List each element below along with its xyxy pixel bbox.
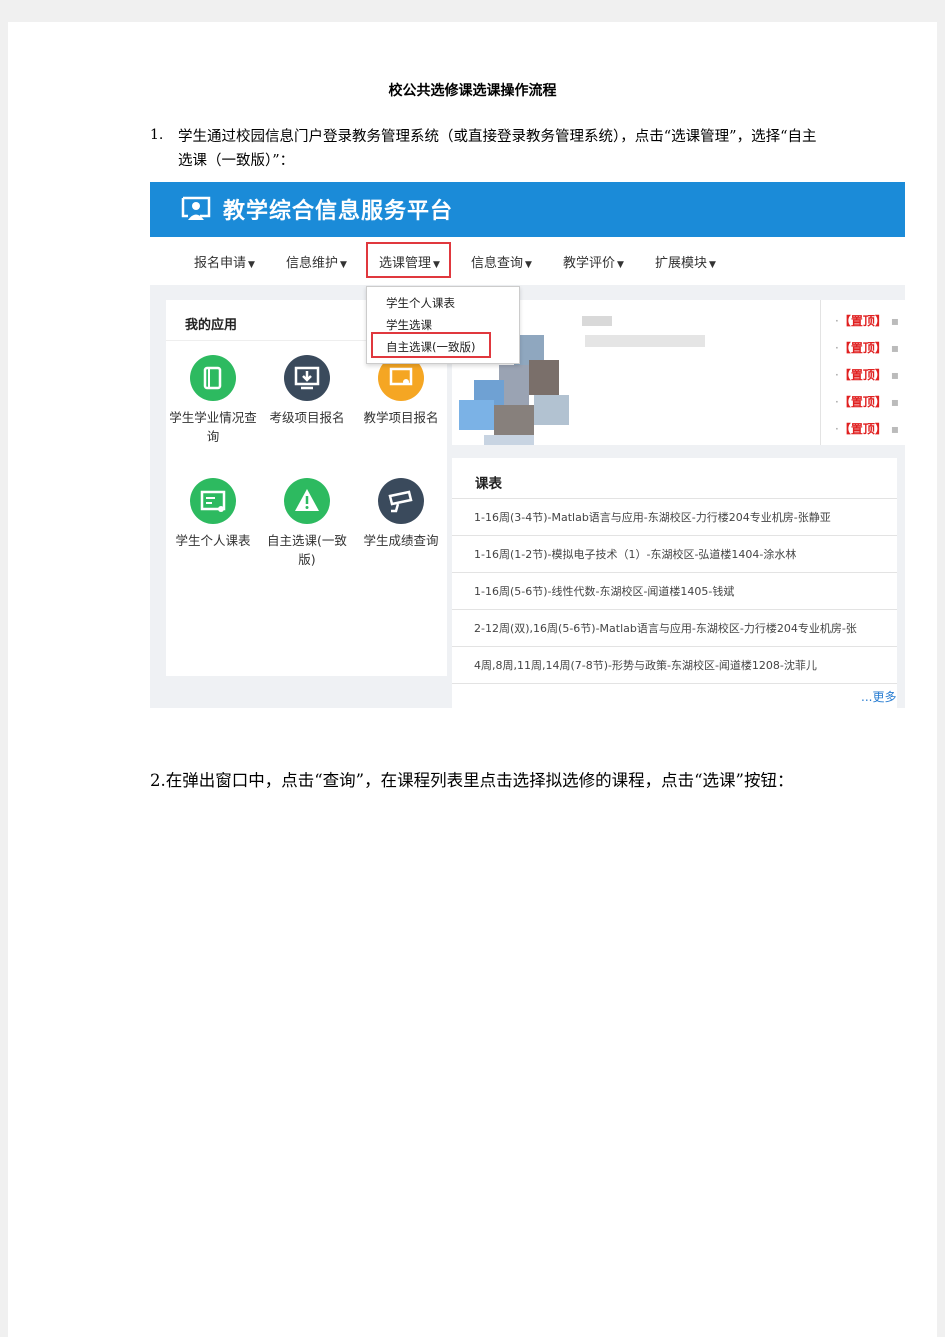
platform-title: 教学综合信息服务平台 xyxy=(223,199,454,224)
step2-text: 2.在弹出窗口中，点击“查询”，在课程列表里点击选择拟选修的课程，点击“选课”按… xyxy=(150,771,794,790)
my-apps-title: 我的应用 xyxy=(185,318,238,333)
nav-item-registration[interactable]: 报名申请 ▼ xyxy=(194,252,255,271)
schedule-icon xyxy=(190,478,236,524)
app-teaching-registration[interactable]: 教学项目报名 xyxy=(354,355,448,427)
app-label: 学生个人课表 xyxy=(175,533,251,548)
schedule-more-link[interactable]: ...更多 xyxy=(861,688,896,705)
divider xyxy=(452,683,897,708)
download-icon xyxy=(284,355,330,401)
document-title: 校公共选修课选课操作流程 xyxy=(388,83,557,99)
platform-logo-icon xyxy=(181,196,211,220)
platform-banner: 教学综合信息服务平台 xyxy=(150,182,905,237)
portal-screenshot: 教学综合信息服务平台 报名申请 ▼ 信息维护 ▼ 选课管理 ▼ 信息查询 ▼ 教学评价 ▼… xyxy=(150,182,905,708)
nav-item-info-maintenance[interactable]: 信息维护 ▼ xyxy=(286,252,347,271)
app-exam-registration[interactable]: 考级项目报名 xyxy=(260,355,354,427)
warning-icon xyxy=(284,478,330,524)
schedule-panel: 课表 1-16周(3-4节)-Matlab语言与应用-东湖校区-力行楼204专业… xyxy=(452,458,897,708)
blurred-name xyxy=(582,316,612,326)
app-label: 学生学业情况查询 xyxy=(169,410,257,444)
notice-item[interactable]: · 【置顶】 ▪ xyxy=(835,339,899,356)
nav-highlight-box xyxy=(366,242,451,278)
top-nav: 报名申请 ▼ 信息维护 ▼ 选课管理 ▼ 信息查询 ▼ 教学评价 ▼ 扩展模块 ▼ xyxy=(150,237,905,285)
app-label: 学生成绩查询 xyxy=(363,533,439,548)
notice-item[interactable]: · 【置顶】 ▪ xyxy=(835,312,899,329)
schedule-title: 课表 xyxy=(475,476,502,492)
schedule-row[interactable]: 1-16周(5-6节)-线性代数-东湖校区-闻道楼1405-钱斌 xyxy=(452,572,897,610)
step1-text: 学生通过校园信息门户登录教务管理系统（或直接登录教务管理系统），点击“选课管理”… xyxy=(178,129,817,169)
app-personal-schedule[interactable]: 学生个人课表 xyxy=(166,478,260,550)
notice-item[interactable]: · 【置顶】 ▪ xyxy=(835,393,899,410)
notice-item[interactable]: · 【置顶】 ▪ xyxy=(835,366,899,383)
app-label: 教学项目报名 xyxy=(363,410,439,425)
schedule-row[interactable]: 1-16周(3-4节)-Matlab语言与应用-东湖校区-力行楼204专业机房-… xyxy=(452,498,897,536)
camera-icon xyxy=(378,478,424,524)
app-academic-query[interactable]: 学生学业情况查询 xyxy=(166,355,260,446)
dropdown-item-personal-schedule[interactable]: 学生个人课表 xyxy=(386,295,455,311)
schedule-row[interactable]: 4周,8周,11周,14周(7-8节)-形势与政策-东湖校区-闻道楼1208-沈… xyxy=(452,646,897,684)
app-label: 自主选课(一致版) xyxy=(267,533,347,567)
notice-item[interactable]: · 【置顶】 ▪ xyxy=(835,420,899,437)
app-label: 考级项目报名 xyxy=(269,410,345,425)
dropdown-highlight-box xyxy=(371,332,491,358)
app-self-select[interactable]: 自主选课(一致版) xyxy=(260,478,354,569)
schedule-row[interactable]: 2-12周(双),16周(5-6节)-Matlab语言与应用-东湖校区-力行楼2… xyxy=(452,609,897,647)
app-grade-query[interactable]: 学生成绩查询 xyxy=(354,478,448,550)
nav-item-extensions[interactable]: 扩展模块 ▼ xyxy=(655,252,716,271)
book-icon xyxy=(190,355,236,401)
nav-item-info-query[interactable]: 信息查询 ▼ xyxy=(471,252,532,271)
step1-number: 1. xyxy=(150,127,164,143)
notice-list: · 【置顶】 ▪ · 【置顶】 ▪ · 【置顶】 ▪ · 【置顶】 ▪ · 【置顶】 ▪ xyxy=(820,300,905,445)
schedule-row[interactable]: 1-16周(1-2节)-模拟电子技术（1）-东湖校区-弘道楼1404-涂水林 xyxy=(452,535,897,573)
blurred-info xyxy=(585,335,705,347)
nav-item-teaching-eval[interactable]: 教学评价 ▼ xyxy=(563,252,624,271)
dropdown-item-course-select[interactable]: 学生选课 xyxy=(386,317,432,333)
